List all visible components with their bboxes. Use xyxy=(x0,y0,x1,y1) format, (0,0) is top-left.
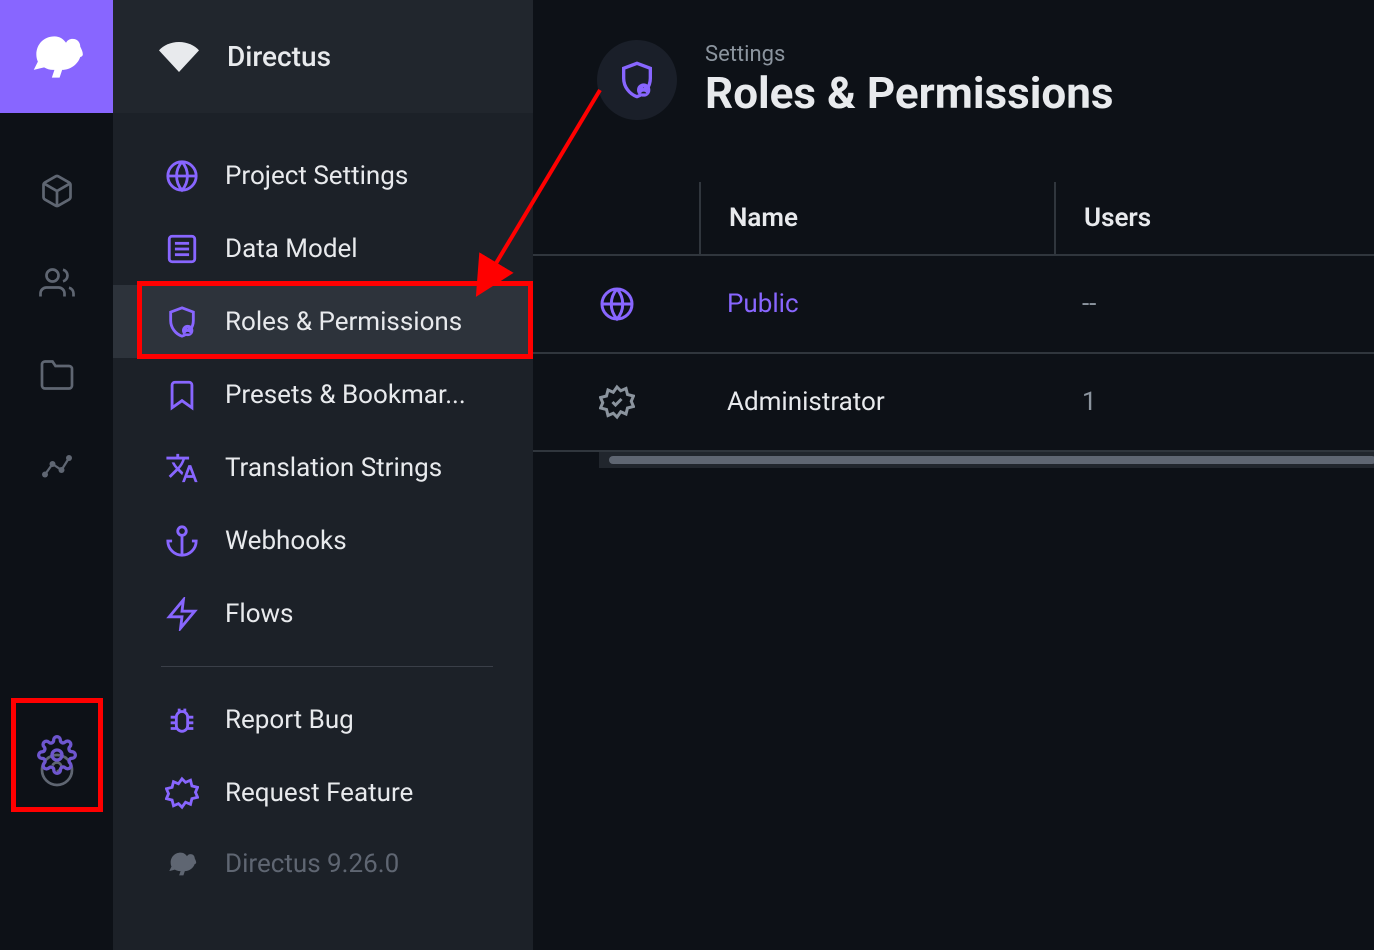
shield-user-icon xyxy=(165,305,199,339)
page-title: Roles & Permissions xyxy=(705,67,1114,119)
rail-content-icon[interactable] xyxy=(37,171,77,211)
rail-settings-highlight xyxy=(11,698,103,812)
logo[interactable] xyxy=(0,0,113,113)
nav-data-model[interactable]: Data Model xyxy=(113,212,533,285)
rail-users-icon[interactable] xyxy=(37,263,77,303)
row-users: 1 xyxy=(1054,387,1374,417)
page-header: Settings Roles & Permissions xyxy=(533,40,1374,120)
table-row-administrator[interactable]: Administrator 1 xyxy=(533,354,1374,452)
rabbit-icon xyxy=(26,26,88,88)
nav-divider xyxy=(161,666,493,667)
nav-webhooks[interactable]: Webhooks xyxy=(113,504,533,577)
bookmark-icon xyxy=(165,378,199,412)
module-rail xyxy=(0,0,113,950)
nav-request-feature[interactable]: Request Feature xyxy=(113,756,533,829)
roles-table: Name Users Public -- Administrator 1 xyxy=(533,182,1374,468)
sidebar-header: Directus xyxy=(113,0,533,113)
bug-icon xyxy=(165,703,199,737)
header-icon-circle xyxy=(597,40,677,120)
column-users[interactable]: Users xyxy=(1054,182,1374,254)
nav-flows[interactable]: Flows xyxy=(113,577,533,650)
settings-sidebar: Directus Project Settings Data Model Rol… xyxy=(113,0,533,950)
row-name: Administrator xyxy=(699,387,1054,417)
list-icon xyxy=(165,232,199,266)
translate-icon xyxy=(165,451,199,485)
globe-icon xyxy=(599,286,699,322)
rabbit-small-icon xyxy=(165,847,199,881)
gear-icon[interactable] xyxy=(37,735,77,775)
app-title: Directus xyxy=(227,40,331,73)
shield-user-icon xyxy=(617,60,657,100)
nav-label: Webhooks xyxy=(225,526,347,556)
verified-icon xyxy=(165,776,199,810)
nav-report-bug[interactable]: Report Bug xyxy=(113,683,533,756)
nav-label: Project Settings xyxy=(225,161,408,191)
version-row: Directus 9.26.0 xyxy=(113,847,533,881)
breadcrumb[interactable]: Settings xyxy=(705,42,1114,67)
nav-label: Roles & Permissions xyxy=(225,307,462,337)
anchor-icon xyxy=(165,524,199,558)
column-name[interactable]: Name xyxy=(699,182,1054,254)
globe-icon xyxy=(165,159,199,193)
version-text: Directus 9.26.0 xyxy=(225,849,399,879)
wifi-icon xyxy=(159,37,199,77)
nav-roles-permissions[interactable]: Roles & Permissions xyxy=(113,285,533,358)
nav-label: Report Bug xyxy=(225,705,354,735)
nav-project-settings[interactable]: Project Settings xyxy=(113,139,533,212)
nav-label: Request Feature xyxy=(225,778,413,808)
table-header: Name Users xyxy=(533,182,1374,256)
nav-translation-strings[interactable]: Translation Strings xyxy=(113,431,533,504)
rail-insights-icon[interactable] xyxy=(37,447,77,487)
scrollbar-thumb[interactable] xyxy=(609,456,1374,464)
bolt-icon xyxy=(165,597,199,631)
row-name: Public xyxy=(699,289,1054,319)
main-content: Settings Roles & Permissions Name Users … xyxy=(533,0,1374,950)
nav-label: Data Model xyxy=(225,234,358,264)
row-users: -- xyxy=(1054,289,1374,319)
nav-label: Presets & Bookmar... xyxy=(225,380,466,410)
table-row-public[interactable]: Public -- xyxy=(533,256,1374,354)
nav-label: Translation Strings xyxy=(225,453,442,483)
nav-label: Flows xyxy=(225,599,293,629)
nav-presets-bookmarks[interactable]: Presets & Bookmar... xyxy=(113,358,533,431)
verified-icon xyxy=(599,384,699,420)
nav-list: Project Settings Data Model Roles & Perm… xyxy=(113,113,533,881)
horizontal-scrollbar[interactable] xyxy=(599,452,1374,468)
rail-files-icon[interactable] xyxy=(37,355,77,395)
